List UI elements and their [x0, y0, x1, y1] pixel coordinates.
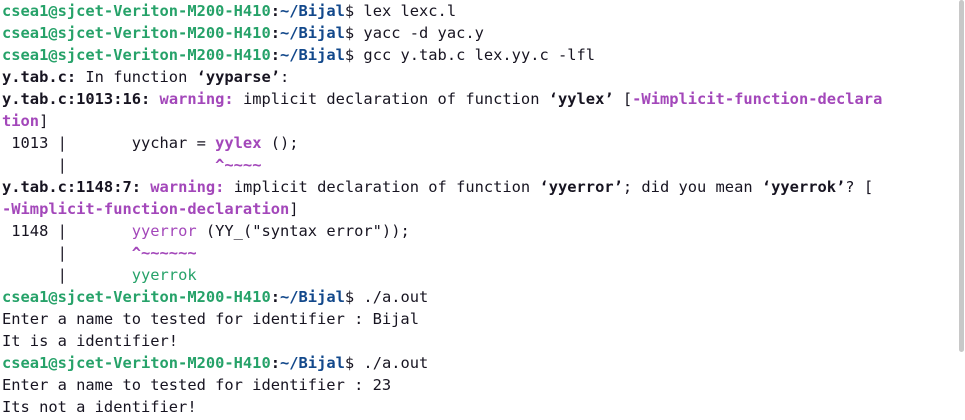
vertical-scrollbar[interactable]	[957, 0, 965, 420]
prompt-separator: :	[270, 288, 280, 306]
caret-marker: ^~~~~	[215, 156, 262, 174]
prompt-line: csea1@sjcet-Veriton-M200-H410:~/Bijal$ l…	[2, 0, 957, 22]
prompt-line: csea1@sjcet-Veriton-M200-H410:~/Bijal$ .…	[2, 352, 957, 374]
fix-suggestion: yyerrok	[131, 266, 197, 284]
prompt-user-host: csea1@sjcet-Veriton-M200-H410	[2, 24, 271, 42]
suggested-function: ‘yyerrok’	[761, 178, 846, 196]
warning-label: warning:	[159, 90, 234, 108]
warning-label: warning:	[150, 178, 225, 196]
prompt-user-host: csea1@sjcet-Veriton-M200-H410	[2, 46, 271, 64]
prompt-sigil: $	[344, 24, 355, 42]
warning-flag: -Wimplicit-function-declara	[632, 90, 883, 108]
gutter: |	[2, 244, 132, 262]
file-location: y.tab.c:	[2, 68, 77, 86]
prompt-path: ~/Bijal	[280, 46, 345, 64]
output-text: It is a identifier!	[2, 332, 179, 350]
warning-line-wrap: tion]	[2, 112, 49, 130]
file-location: y.tab.c:1013:16:	[2, 90, 151, 108]
source-code: 1013 | yychar =	[2, 134, 216, 152]
prompt-sigil: $	[344, 354, 355, 372]
prompt-separator: :	[270, 46, 280, 64]
caret-line: | ^~~~~	[2, 154, 957, 176]
message-text: In function	[76, 68, 197, 86]
command-text: yacc -d yac.y	[354, 24, 484, 42]
highlighted-symbol: yylex	[215, 134, 262, 152]
output-text: Enter a name to tested for identifier : …	[2, 376, 392, 394]
source-snippet-line: 1013 | yychar = yylex ();	[2, 132, 957, 154]
terminal-output[interactable]: csea1@sjcet-Veriton-M200-H410:~/Bijal$ l…	[0, 0, 957, 420]
compiler-output-line: y.tab.c: In function ‘yyparse’:	[2, 66, 957, 88]
prompt-line: csea1@sjcet-Veriton-M200-H410:~/Bijal$ y…	[2, 22, 957, 44]
scrollbar-thumb[interactable]	[959, 0, 964, 352]
source-snippet-line: 1148 | yyerror (YY_("syntax error"));	[2, 220, 957, 242]
prompt-separator: :	[270, 24, 280, 42]
output-text: Enter a name to tested for identifier : …	[2, 310, 419, 328]
function-name: ‘yyparse’	[196, 68, 281, 86]
message-text: implicit declaration of function	[233, 90, 549, 108]
command-text: ./a.out	[354, 288, 429, 306]
command-text: lex lexc.l	[354, 2, 457, 20]
prompt-path: ~/Bijal	[280, 2, 345, 20]
highlighted-symbol: yyerror	[131, 222, 197, 240]
warning-line-wrap: -Wimplicit-function-declaration]	[2, 200, 299, 218]
prompt-line: csea1@sjcet-Veriton-M200-H410:~/Bijal$ g…	[2, 44, 957, 66]
message-text: ? [	[845, 178, 874, 196]
message-text: :	[280, 68, 290, 86]
prompt-user-host: csea1@sjcet-Veriton-M200-H410	[2, 2, 271, 20]
message-text: ; did you mean	[622, 178, 762, 196]
source-code: (YY_("syntax error"));	[196, 222, 410, 240]
function-name: ‘yyerror’	[539, 178, 623, 196]
function-name: ‘yylex’	[548, 90, 614, 108]
program-output-line: Its not a identifier!	[2, 396, 957, 418]
warning-line: y.tab.c:1148:7: warning: implicit declar…	[2, 176, 957, 198]
program-output-line: Enter a name to tested for identifier : …	[2, 308, 957, 330]
gutter: |	[2, 266, 132, 284]
prompt-sigil: $	[344, 288, 355, 306]
output-text: Its not a identifier!	[2, 398, 197, 416]
warning-line: y.tab.c:1013:16: warning: implicit decla…	[2, 90, 883, 108]
warning-flag: -Wimplicit-function-declaration	[2, 200, 290, 218]
program-output-line: Enter a name to tested for identifier : …	[2, 374, 957, 396]
prompt-sigil: $	[344, 2, 355, 20]
prompt-user-host: csea1@sjcet-Veriton-M200-H410	[2, 288, 271, 306]
prompt-separator: :	[270, 2, 280, 20]
message-text: implicit declaration of function	[224, 178, 540, 196]
program-output-line: It is a identifier!	[2, 330, 957, 352]
caret-line: | ^~~~~~~	[2, 242, 957, 264]
prompt-sigil: $	[344, 46, 355, 64]
prompt-path: ~/Bijal	[280, 24, 345, 42]
prompt-separator: :	[270, 354, 280, 372]
fix-suggestion-line: | yyerrok	[2, 264, 957, 286]
gutter: |	[2, 156, 216, 174]
caret-marker: ^~~~~~~	[131, 244, 197, 262]
prompt-path: ~/Bijal	[280, 354, 345, 372]
command-text: gcc y.tab.c lex.yy.c -lfl	[354, 46, 596, 64]
file-location: y.tab.c:1148:7:	[2, 178, 141, 196]
prompt-line: csea1@sjcet-Veriton-M200-H410:~/Bijal$ .…	[2, 286, 957, 308]
warning-flag: tion	[2, 112, 40, 130]
source-code: 1148 |	[2, 222, 132, 240]
command-text: ./a.out	[354, 354, 429, 372]
source-code: ();	[261, 134, 299, 152]
prompt-path: ~/Bijal	[280, 288, 345, 306]
prompt-user-host: csea1@sjcet-Veriton-M200-H410	[2, 354, 271, 372]
